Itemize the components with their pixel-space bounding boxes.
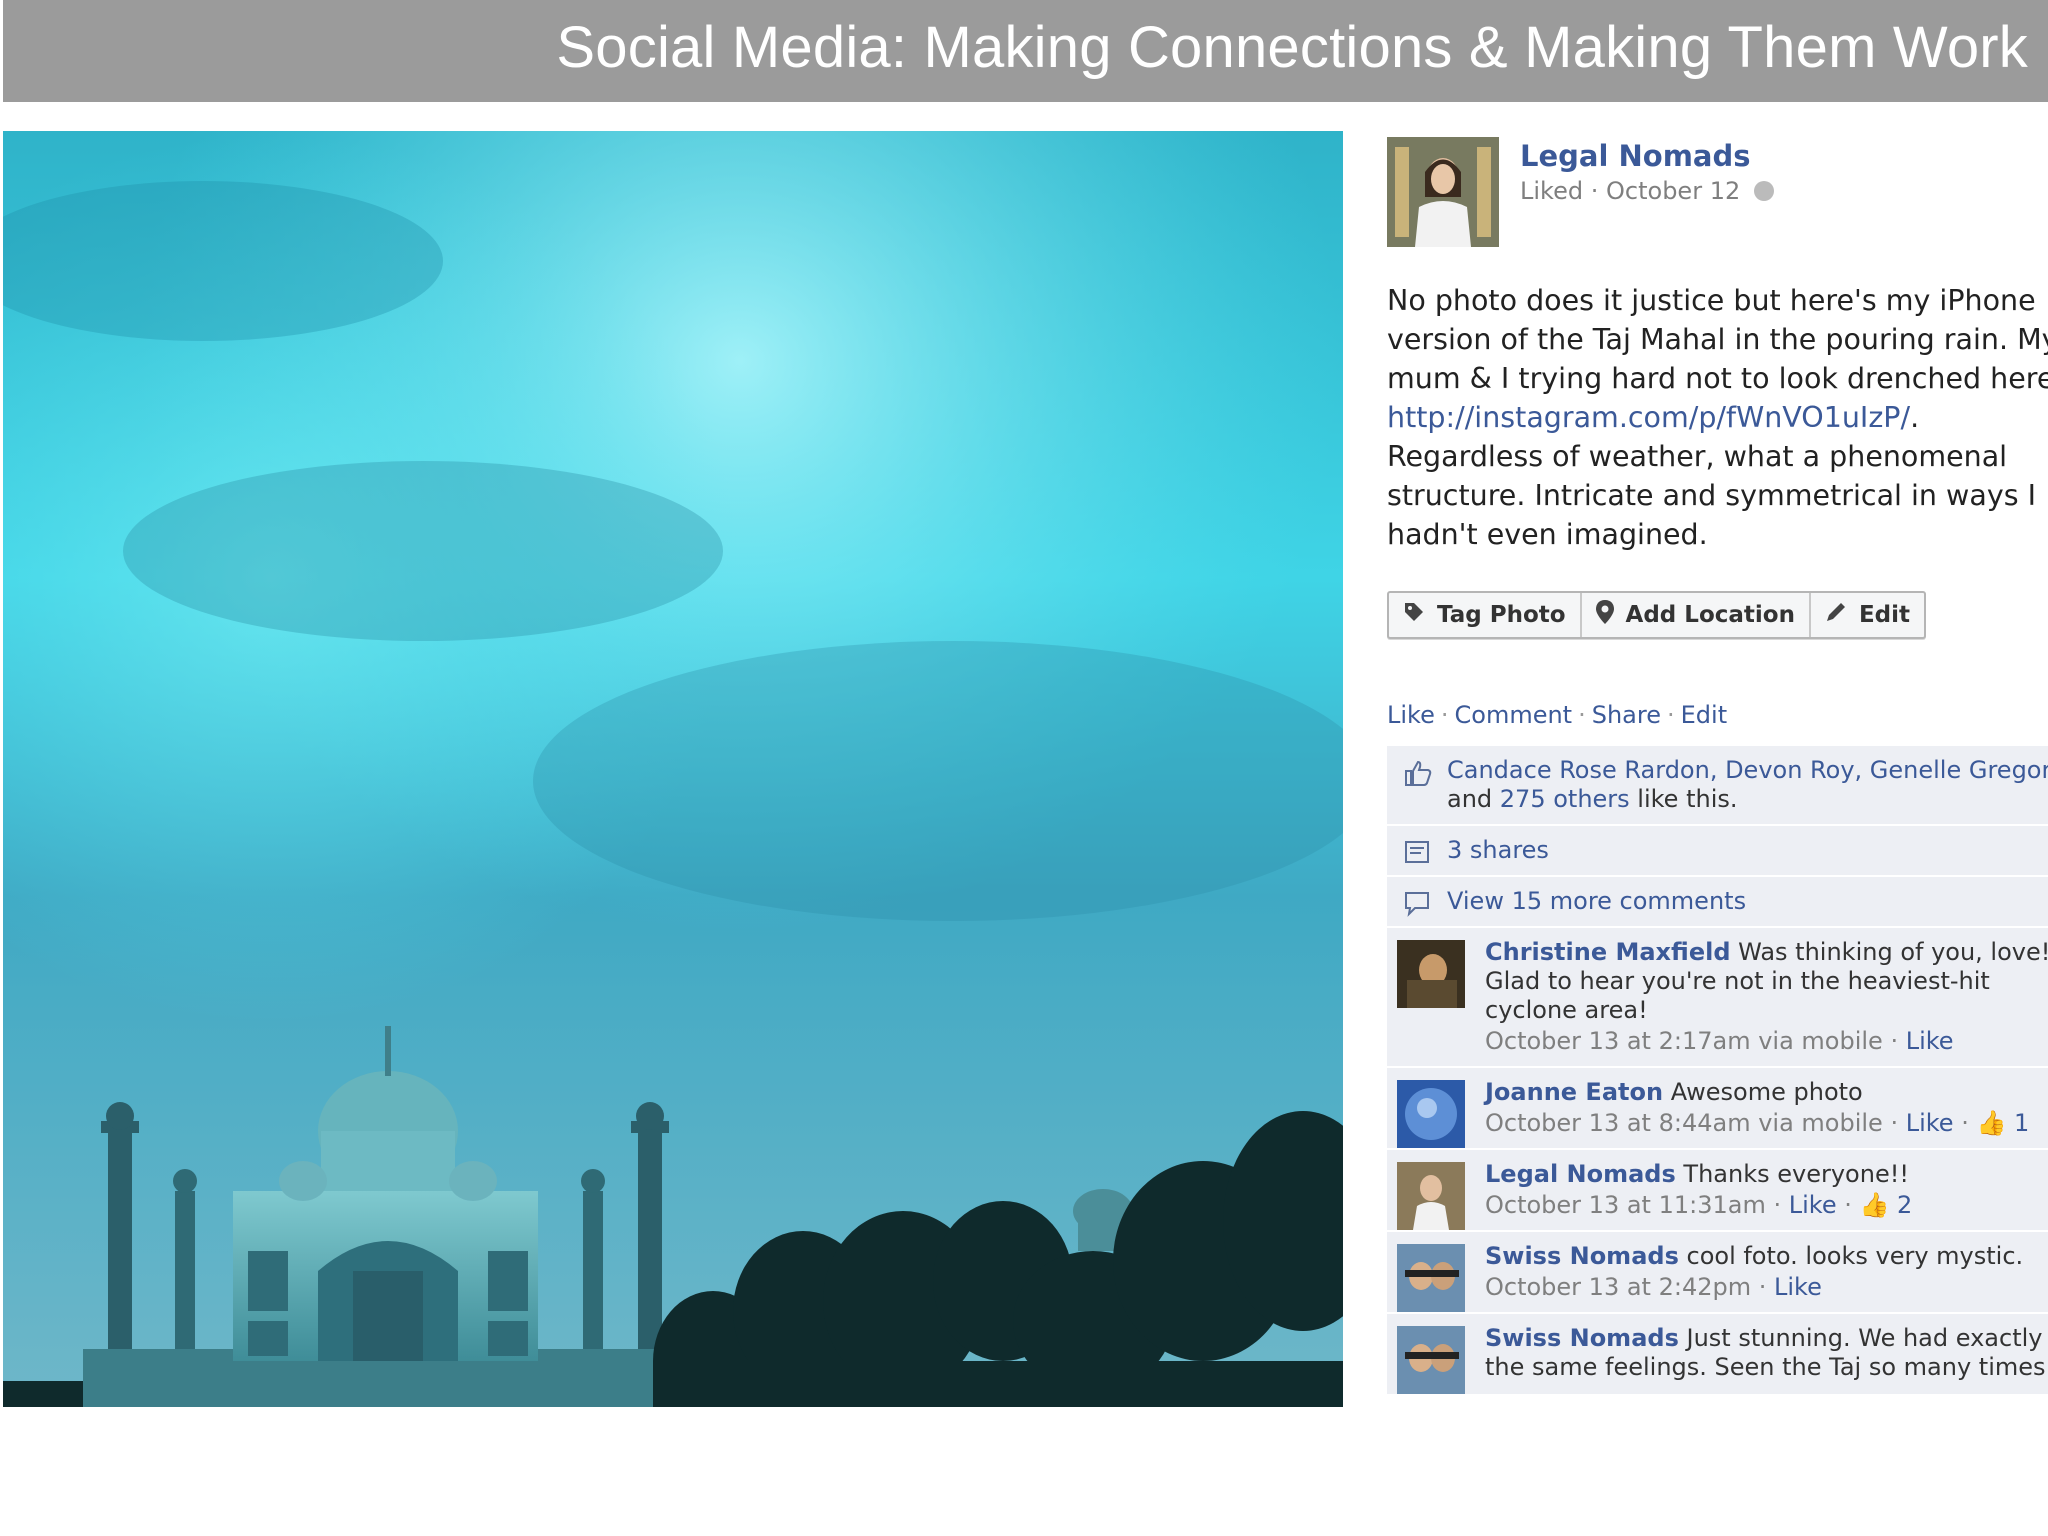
- commenter-avatar[interactable]: [1397, 940, 1465, 1008]
- slide-title: Social Media: Making Connections & Makin…: [556, 15, 2028, 80]
- thumbs-up-icon: 👍: [1859, 1191, 1890, 1219]
- comment-text: Just stunning. We had exactly: [1686, 1324, 2043, 1352]
- view-more-comments-link[interactable]: View 15 more comments: [1447, 887, 1746, 915]
- shares-link[interactable]: 3 shares: [1447, 836, 1549, 864]
- edit-link[interactable]: Edit: [1681, 701, 1727, 729]
- view-more-comments-row[interactable]: View 15 more comments: [1387, 877, 2048, 928]
- comment-item: Swiss Nomads Just stunning. We had exact…: [1387, 1314, 2048, 1396]
- commenter-name[interactable]: Christine Maxfield: [1485, 938, 1731, 966]
- comment-like-link[interactable]: Like: [1906, 1027, 1954, 1055]
- commenter-avatar[interactable]: [1397, 1326, 1465, 1394]
- commenter-avatar[interactable]: [1397, 1244, 1465, 1312]
- post-text-line: mum & I trying hard not to look drenched…: [1387, 362, 2048, 395]
- page-name[interactable]: Legal Nomads: [1520, 139, 1751, 173]
- comment-like-link[interactable]: Like: [1774, 1273, 1822, 1301]
- comment-like-count[interactable]: 1: [2014, 1109, 2029, 1137]
- thumbs-up-icon: [1403, 758, 1433, 788]
- post-text: No photo does it justice but here's my i…: [1387, 281, 2048, 554]
- link-suffix: .: [1910, 401, 1920, 434]
- photo-action-bar: Tag Photo Add Location Edit: [1387, 591, 1927, 639]
- separator: ·: [1578, 701, 1586, 729]
- likes-suffix: like this.: [1629, 785, 1738, 813]
- comment-like-link[interactable]: Like: [1906, 1109, 1954, 1137]
- commenter-avatar[interactable]: [1397, 1080, 1465, 1148]
- comment-text: cyclone area!: [1485, 996, 1648, 1024]
- post-text-line: Regardless of weather, what a phenomenal: [1387, 440, 2008, 473]
- comment-item: Christine Maxfield Was thinking of you, …: [1387, 928, 2048, 1068]
- commenter-name[interactable]: Swiss Nomads: [1485, 1242, 1679, 1270]
- comment-time[interactable]: October 13 at 2:42pm: [1485, 1273, 1751, 1301]
- comment-text: the same feelings. Seen the Taj so many …: [1485, 1353, 2046, 1381]
- post-text-line: structure. Intricate and symmetrical in …: [1387, 479, 2037, 512]
- add-location-label: Add Location: [1625, 602, 1795, 628]
- comment-text: Glad to hear you're not in the heaviest-…: [1485, 967, 1990, 995]
- taj-mahal-photo[interactable]: [3, 131, 1343, 1407]
- pencil-icon: [1825, 601, 1847, 629]
- comment-text: cool foto. looks very mystic.: [1686, 1242, 2024, 1270]
- comment-link[interactable]: Comment: [1455, 701, 1573, 729]
- liked-label[interactable]: Liked: [1520, 177, 1583, 205]
- comment-bubble-icon: [1403, 889, 1433, 919]
- post-text-line: No photo does it justice but here's my i…: [1387, 284, 2036, 317]
- facebook-post-panel: Legal Nomads Liked · October 12 No photo…: [1370, 131, 2048, 1407]
- post-text-line: version of the Taj Mahal in the pouring …: [1387, 323, 2048, 356]
- thumbs-up-icon: 👍: [1976, 1109, 2007, 1137]
- page-avatar[interactable]: [1387, 137, 1499, 247]
- feedback-section: Candace Rose Rardon, Devon Roy, Genelle …: [1387, 746, 2048, 1396]
- post-text-line: hadn't even imagined.: [1387, 518, 1708, 551]
- instagram-link[interactable]: http://instagram.com/p/fWnVO1uIzP/: [1387, 401, 1910, 434]
- comment-like-link[interactable]: Like: [1789, 1191, 1837, 1219]
- post-action-links: Like · Comment · Share · Edit: [1387, 701, 1727, 729]
- comment-time[interactable]: October 13 at 8:44am via mobile: [1485, 1109, 1883, 1137]
- location-pin-icon: [1595, 600, 1614, 630]
- comment-text: Thanks everyone!!: [1683, 1160, 1909, 1188]
- shares-icon: [1403, 838, 1433, 868]
- commenter-name[interactable]: Swiss Nomads: [1485, 1324, 1679, 1352]
- commenter-name[interactable]: Legal Nomads: [1485, 1160, 1676, 1188]
- add-location-button[interactable]: Add Location: [1582, 593, 1811, 637]
- edit-photo-button[interactable]: Edit: [1811, 593, 1924, 637]
- comment-text: Awesome photo: [1670, 1078, 1863, 1106]
- post-date[interactable]: October 12: [1606, 177, 1740, 205]
- meta-separator: ·: [1590, 177, 1599, 205]
- comment-like-count[interactable]: 2: [1897, 1191, 1912, 1219]
- separator: ·: [1667, 701, 1675, 729]
- comment-item: Joanne Eaton Awesome photo October 13 at…: [1387, 1068, 2048, 1150]
- comment-time[interactable]: October 13 at 11:31am: [1485, 1191, 1766, 1219]
- likes-others-link[interactable]: 275 others: [1500, 785, 1630, 813]
- edit-photo-label: Edit: [1858, 602, 1911, 628]
- share-link[interactable]: Share: [1592, 701, 1661, 729]
- likes-row: Candace Rose Rardon, Devon Roy, Genelle …: [1387, 746, 2048, 826]
- likers-names[interactable]: Candace Rose Rardon, Devon Roy, Genelle …: [1447, 756, 2048, 784]
- commenter-avatar[interactable]: [1397, 1162, 1465, 1230]
- comment-text: Was thinking of you, love!: [1738, 938, 2048, 966]
- likes-and: and: [1447, 785, 1500, 813]
- comment-item: Legal Nomads Thanks everyone!! October 1…: [1387, 1150, 2048, 1232]
- post-meta: Liked · October 12: [1520, 177, 1774, 205]
- globe-icon: [1753, 181, 1774, 201]
- commenter-name[interactable]: Joanne Eaton: [1485, 1078, 1663, 1106]
- comment-item: Swiss Nomads cool foto. looks very mysti…: [1387, 1232, 2048, 1314]
- comment-time[interactable]: October 13 at 2:17am via mobile: [1485, 1027, 1883, 1055]
- separator: ·: [1440, 701, 1449, 729]
- tag-icon: [1403, 601, 1425, 629]
- tag-photo-button[interactable]: Tag Photo: [1389, 593, 1582, 637]
- tag-photo-label: Tag Photo: [1437, 602, 1566, 628]
- slide-header: Social Media: Making Connections & Makin…: [3, 0, 2048, 102]
- like-link[interactable]: Like: [1387, 701, 1435, 729]
- shares-row[interactable]: 3 shares: [1387, 826, 2048, 877]
